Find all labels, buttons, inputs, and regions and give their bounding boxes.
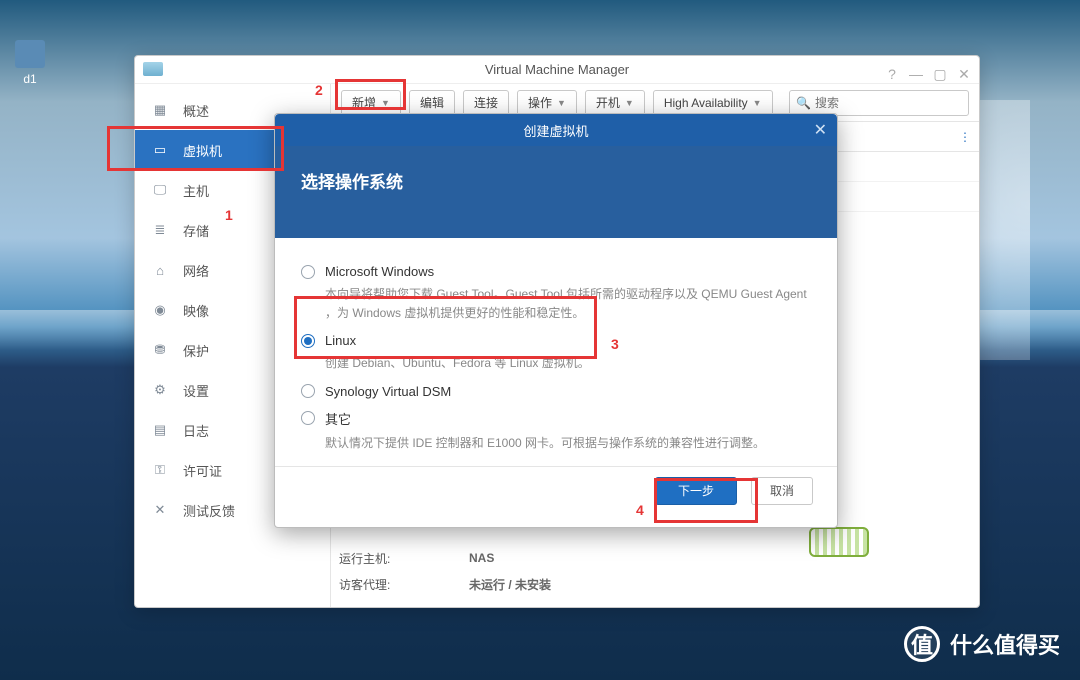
search-icon: 🔍	[796, 96, 811, 110]
modal-titlebar[interactable]: 创建虚拟机 ✕	[275, 114, 837, 146]
search-box[interactable]: 🔍	[789, 90, 969, 116]
radio-icon[interactable]	[301, 384, 315, 398]
add-button[interactable]: 新增 ▼	[341, 90, 401, 116]
radio-icon[interactable]	[301, 411, 315, 425]
create-vm-modal: 创建虚拟机 ✕ 选择操作系统 Microsoft Windows 本向导将帮助您…	[274, 113, 838, 528]
annotation-label-3: 3	[611, 336, 619, 352]
sidebar-item-label: 许可证	[183, 461, 222, 480]
close-icon[interactable]: ✕	[955, 60, 973, 88]
brand-logo-text: 值	[911, 628, 933, 660]
option-label: Linux	[325, 333, 356, 348]
sidebar-item-label: 概述	[183, 101, 209, 120]
sidebar-item-label: 存储	[183, 221, 209, 240]
radio-icon[interactable]	[301, 265, 315, 279]
close-icon[interactable]: ✕	[814, 120, 827, 140]
option-linux[interactable]: Linux 创建 Debian、Ubuntu、Fedora 等 Linux 虚拟…	[301, 333, 811, 373]
sidebar-item-label: 日志	[183, 421, 209, 440]
connect-button[interactable]: 连接	[463, 90, 509, 116]
add-label: 新增	[352, 94, 376, 111]
option-dsm[interactable]: Synology Virtual DSM	[301, 384, 811, 399]
power-button[interactable]: 开机 ▼	[585, 90, 645, 116]
sidebar-item-label: 测试反馈	[183, 501, 235, 520]
sidebar-item-label: 设置	[183, 381, 209, 400]
option-desc: 默认情况下提供 IDE 控制器和 E1000 网卡。可根据与操作系统的兼容性进行…	[325, 434, 811, 453]
option-windows[interactable]: Microsoft Windows 本向导将帮助您下载 Guest Tool。G…	[301, 264, 811, 323]
network-icon: ⌂	[151, 262, 169, 278]
brand-watermark: 值 什么值得买	[904, 626, 1060, 662]
chevron-down-icon: ▼	[625, 98, 634, 108]
brand-text: 什么值得买	[950, 628, 1060, 660]
action-label: 操作	[528, 94, 552, 111]
ha-label: High Availability	[664, 96, 748, 110]
modal-body: Microsoft Windows 本向导将帮助您下载 Guest Tool。G…	[275, 238, 837, 466]
option-desc: 本向导将帮助您下载 Guest Tool。Guest Tool 包括所需的驱动程…	[325, 285, 811, 323]
connect-label: 连接	[474, 94, 498, 111]
option-label: 其它	[325, 409, 351, 428]
key-icon: ⚿	[151, 462, 169, 478]
chevron-down-icon: ▼	[557, 98, 566, 108]
next-button[interactable]: 下一步	[655, 477, 737, 505]
col-settings-icon[interactable]: ⋮	[951, 130, 979, 144]
annotation-label-2: 2	[315, 82, 323, 98]
search-input[interactable]	[815, 96, 955, 110]
sidebar-item-label: 网络	[183, 261, 209, 280]
detail-guest-val: 未运行 / 未安装	[469, 576, 551, 593]
cancel-button[interactable]: 取消	[751, 477, 813, 505]
ha-button[interactable]: High Availability ▼	[653, 90, 773, 116]
sidebar-item-label: 虚拟机	[183, 141, 222, 160]
titlebar[interactable]: Virtual Machine Manager ? — ▢ ✕	[135, 56, 979, 84]
option-label: Microsoft Windows	[325, 264, 434, 279]
edit-label: 编辑	[420, 94, 444, 111]
app-icon	[143, 62, 163, 76]
chevron-down-icon: ▼	[381, 98, 390, 108]
edit-button[interactable]: 编辑	[409, 90, 455, 116]
minimize-icon[interactable]: —	[907, 60, 925, 88]
detail-host-key: 运行主机:	[339, 550, 469, 567]
window-controls: ? — ▢ ✕	[883, 60, 973, 88]
detail-host-val: NAS	[469, 551, 494, 565]
sidebar-item-label: 保护	[183, 341, 209, 360]
protect-icon: ⛃	[151, 342, 169, 358]
host-icon: 🖵	[151, 182, 169, 198]
disk-icon	[15, 40, 45, 68]
modal-subtitle: 选择操作系统	[275, 146, 837, 238]
chevron-down-icon: ▼	[753, 98, 762, 108]
image-icon: ◉	[151, 302, 169, 318]
window-title: Virtual Machine Manager	[485, 62, 629, 77]
modal-title: 创建虚拟机	[523, 121, 588, 140]
annotation-label-1: 1	[225, 207, 233, 223]
vm-icon: ▭	[151, 142, 169, 158]
option-desc: 创建 Debian、Ubuntu、Fedora 等 Linux 虚拟机。	[325, 354, 811, 373]
log-icon: ▤	[151, 422, 169, 438]
option-label: Synology Virtual DSM	[325, 384, 451, 399]
power-label: 开机	[596, 94, 620, 111]
option-other[interactable]: 其它 默认情况下提供 IDE 控制器和 E1000 网卡。可根据与操作系统的兼容…	[301, 409, 811, 453]
brand-logo-icon: 值	[904, 626, 940, 662]
desktop-icon[interactable]: d1	[15, 40, 45, 86]
annotation-label-4: 4	[636, 502, 644, 518]
overview-icon: ▦	[151, 102, 169, 118]
detail-panel: 运行主机:NAS 访客代理:未运行 / 未安装	[339, 545, 951, 597]
desktop-icon-label: d1	[15, 72, 45, 86]
radio-icon[interactable]	[301, 334, 315, 348]
gear-icon: ⚙	[151, 382, 169, 398]
storage-icon: ≣	[151, 222, 169, 238]
sidebar-item-label: 主机	[183, 181, 209, 200]
maximize-icon[interactable]: ▢	[931, 60, 949, 88]
help-icon[interactable]: ?	[883, 60, 901, 88]
modal-footer: 下一步 取消	[275, 466, 837, 514]
sidebar-item-label: 映像	[183, 301, 209, 320]
detail-guest-key: 访客代理:	[339, 576, 469, 593]
action-button[interactable]: 操作 ▼	[517, 90, 577, 116]
tools-icon: ✕	[151, 502, 169, 518]
